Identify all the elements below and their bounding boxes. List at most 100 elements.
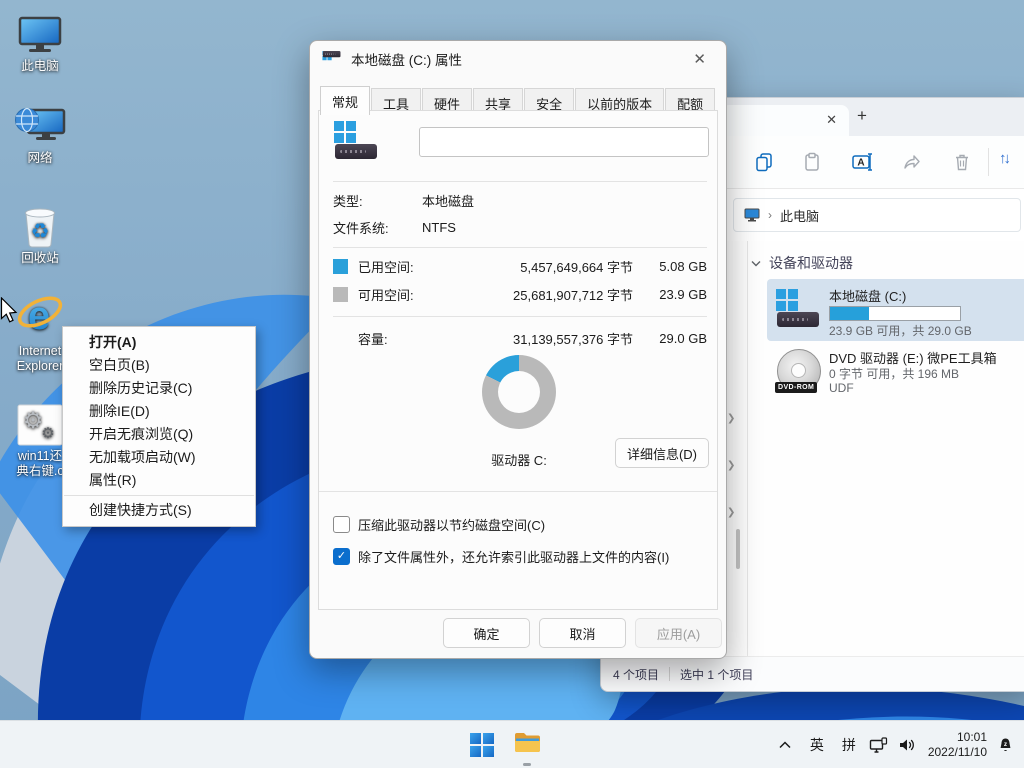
section-collapse-icon xyxy=(751,260,761,267)
sort-icon[interactable]: ↑↓ xyxy=(999,150,1021,172)
divider xyxy=(333,316,707,317)
menu-item-create-shortcut[interactable]: 创建快捷方式(S) xyxy=(63,499,255,522)
drive-availability: 0 字节 可用，共 196 MB xyxy=(829,365,959,382)
tray-chevron-up-icon[interactable] xyxy=(769,725,801,765)
nav-scrollbar-thumb[interactable] xyxy=(736,529,740,569)
ime-mode-button[interactable]: 拼 xyxy=(833,725,865,765)
status-selected-count: 选中 1 个项目 xyxy=(680,666,753,683)
menu-item-delete-ie[interactable]: 删除IE(D) xyxy=(63,400,255,423)
type-value: 本地磁盘 xyxy=(422,191,474,210)
this-pc-crumb-icon xyxy=(744,208,760,222)
filesystem-row: 文件系统: NTFS xyxy=(333,218,707,237)
filesystem-value: NTFS xyxy=(422,220,456,235)
network-icon xyxy=(1,100,79,148)
divider xyxy=(319,491,717,492)
capacity-bytes: 31,139,557,376 字节 xyxy=(465,329,633,348)
details-button[interactable]: 详细信息(D) xyxy=(615,438,709,468)
desktop-icon-label: 此电脑 xyxy=(1,59,79,74)
desktop-icon-recycle-bin[interactable]: ♻ 回收站 xyxy=(1,200,79,266)
tab-general[interactable]: 常规 xyxy=(320,86,370,115)
dialog-close-icon[interactable]: ✕ xyxy=(685,48,714,70)
compress-checkbox-row[interactable]: 压缩此驱动器以节约磁盘空间(C) xyxy=(333,515,545,534)
desktop-icon-label: 网络 xyxy=(1,151,79,166)
copy-icon[interactable] xyxy=(753,151,775,173)
desktop-icon-network[interactable]: 网络 xyxy=(1,100,79,166)
cancel-button[interactable]: 取消 xyxy=(539,618,626,648)
delete-icon[interactable] xyxy=(951,151,973,173)
ime-language-button[interactable]: 英 xyxy=(801,725,833,765)
clock-date: 2022/11/10 xyxy=(928,745,987,760)
ie-context-menu: 打开(A) 空白页(B) 删除历史记录(C) 删除IE(D) 开启无痕浏览(Q)… xyxy=(62,326,256,527)
drive-name: 本地磁盘 (C:) xyxy=(829,286,906,305)
svg-text:⚙: ⚙ xyxy=(23,407,44,433)
free-bytes: 25,681,907,712 字节 xyxy=(465,285,633,304)
menu-item-blank-page[interactable]: 空白页(B) xyxy=(63,354,255,377)
desktop-icon-this-pc[interactable]: 此电脑 xyxy=(1,8,79,74)
compress-checkbox-label: 压缩此驱动器以节约磁盘空间(C) xyxy=(358,515,545,534)
tree-chevron-icon[interactable]: ❯ xyxy=(727,413,735,424)
capacity-row: 容量: 31,139,557,376 字节 29.0 GB xyxy=(333,329,707,348)
used-space-swatch xyxy=(333,259,348,274)
disk-properties-dialog: 本地磁盘 (C:) 属性 ✕ 常规 工具 硬件 共享 安全 以前的版本 配额 类… xyxy=(309,40,727,659)
used-bytes: 5,457,649,664 字节 xyxy=(465,257,633,276)
used-size: 5.08 GB xyxy=(633,259,707,274)
dialog-title-bar[interactable]: 本地磁盘 (C:) 属性 ✕ xyxy=(310,41,726,77)
address-bar[interactable]: › 此电脑 xyxy=(733,198,1021,232)
menu-item-inprivate[interactable]: 开启无痕浏览(Q) xyxy=(63,423,255,446)
menu-item-properties[interactable]: 属性(R) xyxy=(63,469,255,492)
taskbar-file-explorer-button[interactable] xyxy=(514,731,541,759)
running-indicator xyxy=(523,763,531,766)
drive-c-usage-fill xyxy=(830,307,869,320)
tree-chevron-icon[interactable]: ❯ xyxy=(727,507,735,518)
explorer-tab[interactable]: ✕ xyxy=(721,105,849,136)
drive-filesystem: UDF xyxy=(829,381,854,395)
this-pc-icon xyxy=(1,8,79,56)
new-tab-button[interactable]: + xyxy=(857,106,867,126)
drive-c-item[interactable]: 本地磁盘 (C:) 23.9 GB 可用，共 29.0 GB xyxy=(767,279,1024,341)
dialog-title-icon xyxy=(322,51,330,58)
status-divider xyxy=(669,667,670,681)
index-checkbox[interactable]: ✓ xyxy=(333,548,350,565)
svg-text:A: A xyxy=(857,158,864,169)
ok-button[interactable]: 确定 xyxy=(443,618,530,648)
menu-item-open[interactable]: 打开(A) xyxy=(63,331,255,354)
drive-dvd-item[interactable]: DVD-ROM DVD 驱动器 (E:) 微PE工具箱 0 字节 可用，共 19… xyxy=(767,345,1024,407)
menu-item-no-addons[interactable]: 无加载项启动(W) xyxy=(63,446,255,469)
breadcrumb[interactable]: 此电脑 xyxy=(780,206,819,225)
tab-close-icon[interactable]: ✕ xyxy=(826,112,837,128)
compress-checkbox[interactable] xyxy=(333,516,350,533)
clock-time: 10:01 xyxy=(928,730,987,745)
rename-icon[interactable]: A xyxy=(851,151,873,173)
folder-icon xyxy=(514,731,541,754)
pane-divider xyxy=(747,241,748,657)
index-checkbox-row[interactable]: ✓ 除了文件属性外，还允许索引此驱动器上文件的内容(I) xyxy=(333,547,669,566)
notification-bell-dnd-icon[interactable]: z xyxy=(993,725,1024,765)
start-button[interactable] xyxy=(470,733,494,757)
volume-icon[interactable] xyxy=(892,725,922,765)
volume-label-input[interactable] xyxy=(419,127,709,157)
recycle-bin-icon: ♻ xyxy=(1,200,79,248)
dialog-title: 本地磁盘 (C:) 属性 xyxy=(351,49,676,69)
breadcrumb-chevron: › xyxy=(768,208,772,222)
desktop: 此电脑 网络 ♻ 回收站 xyxy=(0,0,1024,768)
general-tab-page: 类型: 本地磁盘 文件系统: NTFS 已用空间: 5,457,649,664 … xyxy=(318,110,718,610)
drive-c-usage-bar xyxy=(829,306,961,321)
network-icon[interactable] xyxy=(865,725,892,765)
menu-item-delete-history[interactable]: 删除历史记录(C) xyxy=(63,377,255,400)
local-disk-icon xyxy=(775,289,821,329)
devices-section-header[interactable]: 设备和驱动器 xyxy=(751,253,853,273)
status-item-count: 4 个项目 xyxy=(613,666,659,683)
capacity-donut xyxy=(482,355,556,429)
apply-button[interactable]: 应用(A) xyxy=(635,618,722,648)
svg-text:♻: ♻ xyxy=(31,220,50,243)
mouse-cursor xyxy=(0,297,18,324)
explorer-status-bar: 4 个项目 选中 1 个项目 xyxy=(601,656,1024,691)
free-space-swatch xyxy=(333,287,348,302)
paste-icon[interactable] xyxy=(801,151,823,173)
volume-icon xyxy=(333,121,379,161)
tree-chevron-icon[interactable]: ❯ xyxy=(727,460,735,471)
type-row: 类型: 本地磁盘 xyxy=(333,191,707,210)
taskbar-clock[interactable]: 10:01 2022/11/10 xyxy=(922,730,993,760)
share-icon[interactable] xyxy=(901,151,923,173)
divider xyxy=(333,247,707,248)
